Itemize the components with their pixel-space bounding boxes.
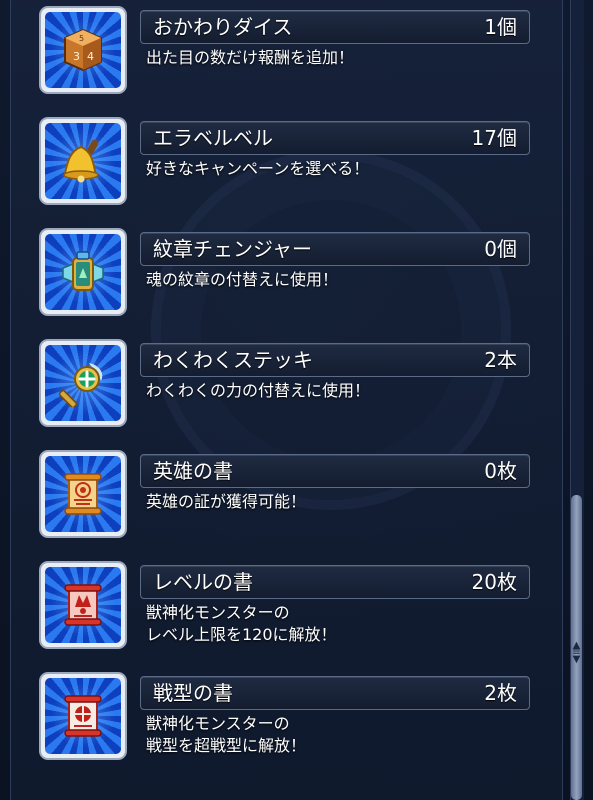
- item-description-line: 獣神化モンスターの: [146, 603, 290, 622]
- item-count: 2枚: [484, 681, 517, 705]
- item-name-bar: レベルの書 20枚: [140, 565, 530, 599]
- list-item-battle-type-book[interactable]: 戦型の書 2枚 獣神化モンスターの 戦型を超戦型に解放！: [0, 666, 593, 761]
- item-description-line: 獣神化モンスターの: [146, 714, 290, 733]
- item-description-line: 魂の紋章の付替えに使用！: [146, 270, 339, 289]
- svg-text:5: 5: [79, 34, 84, 43]
- item-count: 2本: [484, 348, 517, 372]
- svg-text:3: 3: [73, 50, 80, 63]
- item-description-line: レベル上限を120に解放！: [146, 625, 337, 644]
- item-description: 獣神化モンスターの レベル上限を120に解放！: [146, 602, 526, 646]
- battle-type-scroll-icon: [64, 695, 102, 737]
- item-count: 20枚: [471, 570, 517, 594]
- item-name-bar: わくわくステッキ 2本: [140, 343, 530, 377]
- item-icon-frame: [41, 452, 125, 536]
- item-name-bar: おかわりダイス 1個: [140, 10, 530, 44]
- list-item-okawari-dice[interactable]: 3 4 5 おかわりダイス 1個 出た目の数だけ報酬を追加！: [0, 0, 593, 95]
- svg-text:4: 4: [87, 50, 94, 63]
- item-icon-frame: [41, 119, 125, 203]
- list-item-level-book[interactable]: レベルの書 20枚 獣神化モンスターの レベル上限を120に解放！: [0, 555, 593, 650]
- item-description: 好きなキャンペーンを選べる！: [146, 158, 526, 180]
- item-icon-frame: 3 4 5: [41, 8, 125, 92]
- item-count: 0個: [484, 237, 517, 261]
- item-description-line: 出た目の数だけ報酬を追加！: [146, 48, 355, 67]
- item-description: 出た目の数だけ報酬を追加！: [146, 47, 526, 69]
- level-scroll-icon: [64, 584, 102, 626]
- item-name: 英雄の書: [153, 459, 233, 483]
- hero-scroll-icon: [64, 473, 102, 515]
- list-item-hero-book[interactable]: 英雄の書 0枚 英雄の証が獲得可能！: [0, 444, 593, 539]
- item-count: 0枚: [484, 459, 517, 483]
- item-icon-frame: [41, 563, 125, 647]
- item-count: 1個: [484, 15, 517, 39]
- item-name-bar: 戦型の書 2枚: [140, 676, 530, 710]
- item-name-bar: 紋章チェンジャー 0個: [140, 232, 530, 266]
- item-description-line: 英雄の証が獲得可能！: [146, 492, 307, 511]
- item-name-bar: 英雄の書 0枚: [140, 454, 530, 488]
- item-name: わくわくステッキ: [153, 348, 313, 372]
- item-icon-frame: [41, 230, 125, 314]
- emblem-changer-icon: [62, 251, 104, 291]
- item-description-line: わくわくの力の付替えに使用！: [146, 381, 371, 400]
- list-item-erabel-bell[interactable]: エラベルベル 17個 好きなキャンペーンを選べる！: [0, 111, 593, 206]
- item-name: 戦型の書: [153, 681, 233, 705]
- list-item-wakuwaku-stick[interactable]: わくわくステッキ 2本 わくわくの力の付替えに使用！: [0, 333, 593, 428]
- item-name: 紋章チェンジャー: [153, 237, 312, 261]
- item-name: エラベルベル: [153, 126, 273, 150]
- scrollbar-grip-icon: ▲ ≡ ▼: [572, 639, 581, 665]
- item-name-bar: エラベルベル 17個: [140, 121, 530, 155]
- bell-icon: [63, 139, 99, 183]
- magic-wand-icon: [59, 363, 103, 407]
- dice-icon: 3 4 5: [64, 28, 102, 72]
- item-icon-frame: [41, 674, 125, 758]
- item-description: 魂の紋章の付替えに使用！: [146, 269, 526, 291]
- item-name: レベルの書: [153, 570, 253, 594]
- item-description-line: 戦型を超戦型に解放！: [146, 736, 307, 755]
- item-description: 英雄の証が獲得可能！: [146, 491, 526, 513]
- item-description-line: 好きなキャンペーンを選べる！: [146, 159, 370, 178]
- item-description: 獣神化モンスターの 戦型を超戦型に解放！: [146, 713, 526, 757]
- list-item-emblem-changer[interactable]: 紋章チェンジャー 0個 魂の紋章の付替えに使用！: [0, 222, 593, 317]
- item-count: 17個: [471, 126, 517, 150]
- item-name: おかわりダイス: [153, 15, 293, 39]
- item-description: わくわくの力の付替えに使用！: [146, 380, 526, 402]
- item-icon-frame: [41, 341, 125, 425]
